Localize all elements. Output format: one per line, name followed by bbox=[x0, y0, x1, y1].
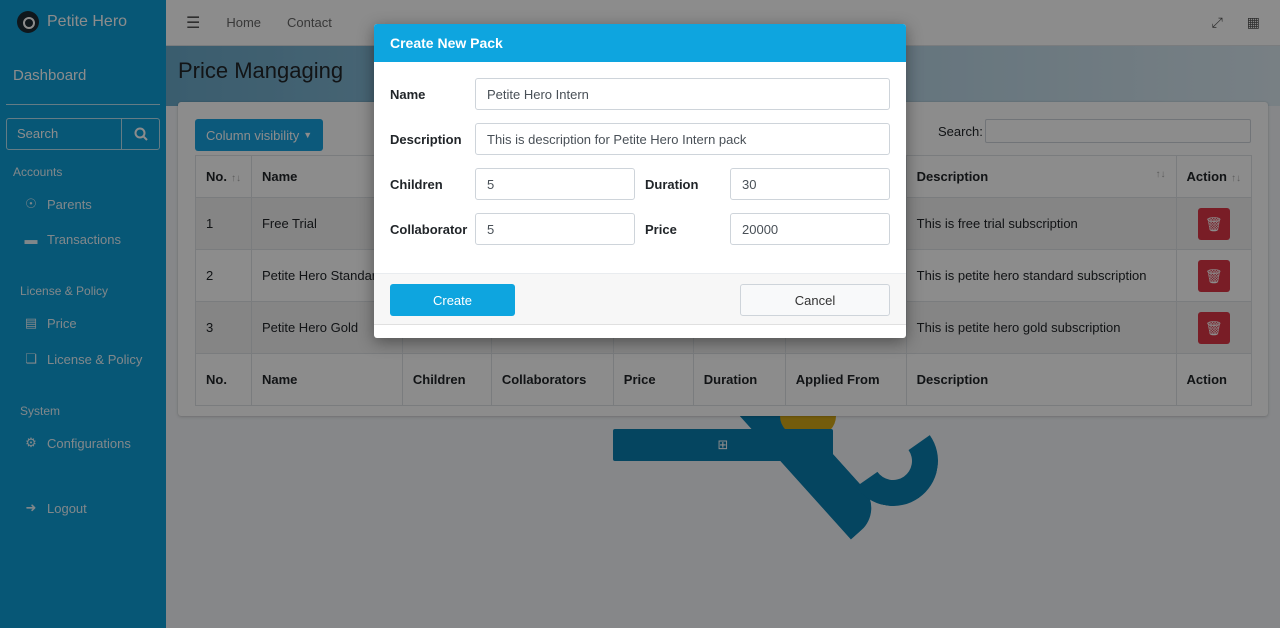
price-label: Price bbox=[645, 222, 677, 237]
description-label: Description bbox=[390, 132, 462, 147]
modal-footer: Create Cancel bbox=[374, 273, 906, 325]
collaborator-label: Collaborator bbox=[390, 222, 468, 237]
children-field[interactable]: 5 bbox=[475, 168, 635, 200]
create-pack-modal: Create New Pack Name Petite Hero Intern … bbox=[374, 24, 906, 338]
modal-body: Name Petite Hero Intern Description This… bbox=[374, 62, 906, 273]
children-label: Children bbox=[390, 177, 443, 192]
description-field[interactable]: This is description for Petite Hero Inte… bbox=[475, 123, 890, 155]
name-field[interactable]: Petite Hero Intern bbox=[475, 78, 890, 110]
name-label: Name bbox=[390, 87, 426, 102]
collaborator-field[interactable]: 5 bbox=[475, 213, 635, 245]
price-field[interactable]: 20000 bbox=[730, 213, 890, 245]
duration-label: Duration bbox=[645, 177, 699, 192]
modal-title: Create New Pack bbox=[374, 24, 906, 62]
cancel-button[interactable]: Cancel bbox=[740, 284, 890, 316]
create-button[interactable]: Create bbox=[390, 284, 515, 316]
duration-field[interactable]: 30 bbox=[730, 168, 890, 200]
